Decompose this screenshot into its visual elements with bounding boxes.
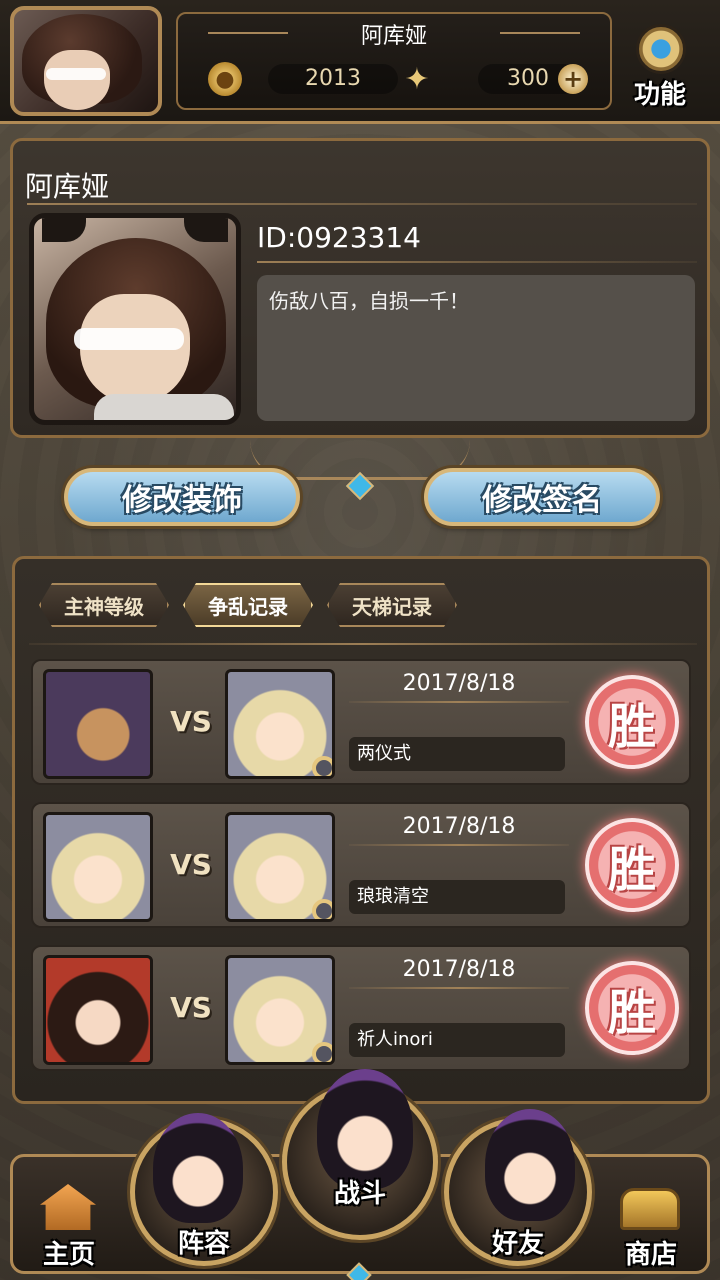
edit-decoration-label: 修改装饰 <box>122 483 242 518</box>
edit-signature-button[interactable]: 修改签名 <box>424 468 660 526</box>
gear-icon <box>636 24 686 74</box>
house-icon <box>40 1184 96 1230</box>
team-character-icon <box>153 1113 243 1223</box>
own-portrait <box>43 955 153 1065</box>
profile-name: 阿库娅 <box>25 170 110 203</box>
flame-icon: ● <box>208 62 242 96</box>
edit-decoration-button[interactable]: 修改装饰 <box>64 468 300 526</box>
record-date-divider <box>349 844 569 846</box>
result-label: 胜 <box>607 842 656 898</box>
gold-count: 2013 <box>268 64 398 94</box>
own-portrait <box>43 669 153 779</box>
result-label: 胜 <box>607 985 656 1041</box>
frame-ear-right <box>184 218 228 242</box>
nav-friends[interactable]: 好友 <box>444 1109 592 1266</box>
tab-ladder-records[interactable]: 天梯记录 <box>327 583 457 627</box>
magnify-icon[interactable] <box>312 756 332 776</box>
friends-character-icon <box>485 1109 575 1221</box>
record-row[interactable]: VS 2017/8/18 祈人inori 胜 <box>31 945 691 1071</box>
opponent-name: 祈人inori <box>349 1023 565 1057</box>
header-panel: 阿库娅 ● 2013 ✦ 300 + <box>176 12 612 110</box>
tab-battle-records[interactable]: 争乱记录 <box>183 583 313 627</box>
nav-battle[interactable]: 战斗 <box>282 1069 438 1240</box>
opponent-portrait[interactable] <box>225 669 335 779</box>
nav-battle-label: 战斗 <box>333 1179 386 1209</box>
avatar-face <box>44 50 110 110</box>
avatar-glasses <box>46 68 106 80</box>
win-badge: 胜 <box>585 818 679 912</box>
player-id: ID:0923314 <box>257 221 421 254</box>
profile-avatar[interactable] <box>29 213 241 425</box>
vs-label: VS <box>170 848 212 881</box>
header-deco-line-right <box>500 32 580 34</box>
win-badge: 胜 <box>585 675 679 769</box>
resource-row: ● 2013 ✦ 300 + <box>178 58 610 102</box>
nav-team[interactable]: 阵容 <box>130 1113 278 1266</box>
opponent-portrait[interactable] <box>225 955 335 1065</box>
vs-label: VS <box>170 991 212 1024</box>
magnify-icon[interactable] <box>312 899 332 919</box>
butterfly-icon: ✦ <box>404 61 430 97</box>
edit-signature-label: 修改签名 <box>482 483 602 518</box>
vs-label: VS <box>170 705 212 738</box>
magnify-icon[interactable] <box>312 1042 332 1062</box>
profile-avatar-collar <box>94 394 234 420</box>
nav-home-label: 主页 <box>42 1240 95 1270</box>
record-date-divider <box>349 701 569 703</box>
record-tabs: 主神等级 争乱记录 天梯记录 <box>39 583 699 629</box>
function-label: 功能 <box>633 80 686 110</box>
nav-shop[interactable]: 商店 <box>606 1184 696 1274</box>
chest-icon <box>620 1188 680 1230</box>
bottom-nav: 主页 阵容 战斗 好友 商店 <box>0 1069 720 1280</box>
opponent-name: 琅琅清空 <box>349 880 565 914</box>
record-date: 2017/8/18 <box>402 814 516 839</box>
nav-shop-label: 商店 <box>624 1240 677 1270</box>
opponent-portrait[interactable] <box>225 812 335 922</box>
signature-box: 伤敌八百，自损一千！ <box>257 275 695 421</box>
profile-avatar-glasses <box>74 328 184 350</box>
player-avatar[interactable] <box>10 6 162 116</box>
frame-ear-left <box>42 218 86 242</box>
profile-panel: 阿库娅 ID:0923314 伤敌八百，自损一千！ <box>10 138 710 438</box>
record-date-divider <box>349 987 569 989</box>
profile-divider <box>27 203 697 205</box>
result-label: 胜 <box>607 699 656 755</box>
record-date: 2017/8/18 <box>402 957 516 982</box>
nav-team-label: 阵容 <box>177 1229 230 1259</box>
records-panel: 主神等级 争乱记录 天梯记录 VS 2017/8/18 两仪式 胜 VS 201… <box>12 556 710 1104</box>
top-bar: 阿库娅 ● 2013 ✦ 300 + 功能 <box>0 0 720 130</box>
record-date: 2017/8/18 <box>402 671 516 696</box>
win-badge: 胜 <box>585 961 679 1055</box>
plus-icon[interactable]: + <box>558 64 588 94</box>
header-player-name: 阿库娅 <box>360 24 427 49</box>
battle-character-icon <box>317 1069 413 1189</box>
nav-home[interactable]: 主页 <box>24 1184 114 1274</box>
own-portrait <box>43 812 153 922</box>
tabs-divider <box>29 643 697 645</box>
nav-friends-label: 好友 <box>491 1229 544 1259</box>
record-row[interactable]: VS 2017/8/18 两仪式 胜 <box>31 659 691 785</box>
opponent-name: 两仪式 <box>349 737 565 771</box>
signature-text: 伤敌八百，自损一千！ <box>269 289 469 313</box>
function-button[interactable]: 功能 <box>612 22 708 112</box>
record-row[interactable]: VS 2017/8/18 琅琅清空 胜 <box>31 802 691 928</box>
id-divider <box>257 261 697 263</box>
tab-god-level[interactable]: 主神等级 <box>39 583 169 627</box>
